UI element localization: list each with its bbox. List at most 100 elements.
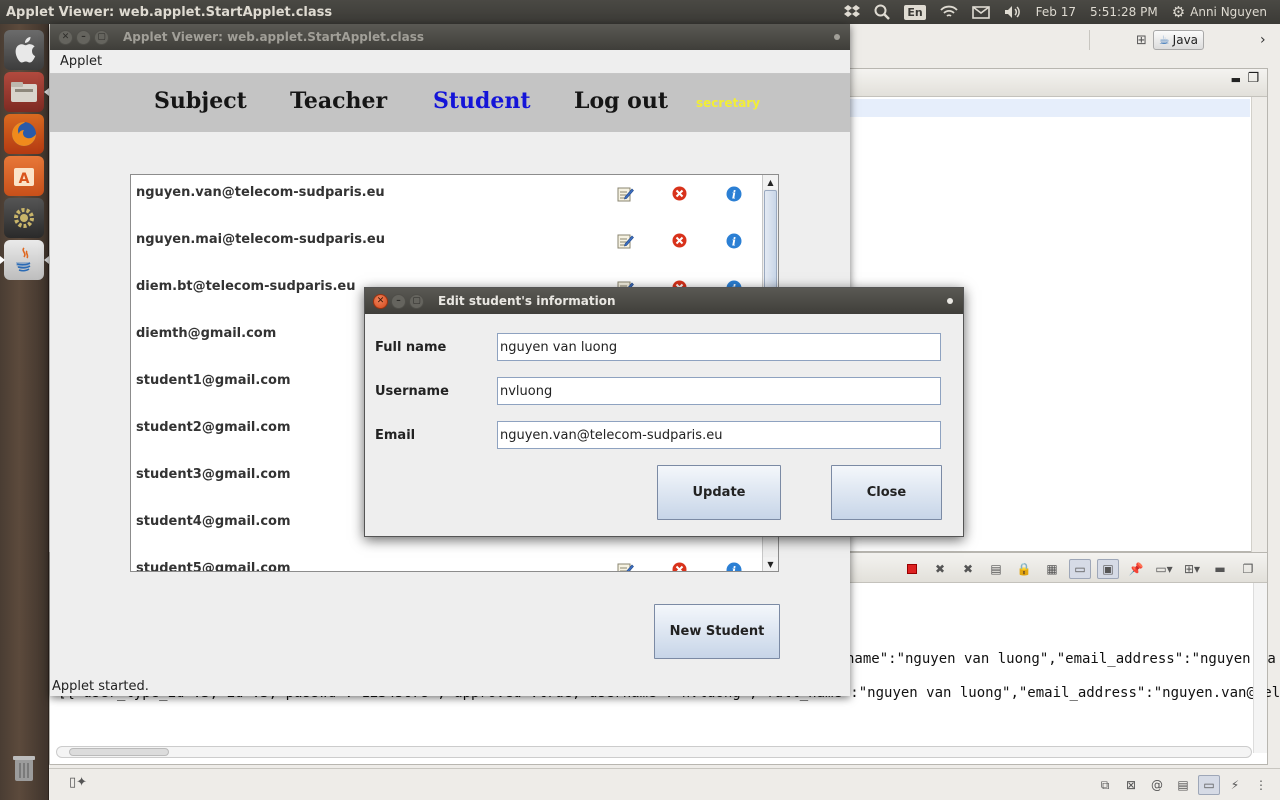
system-tray: En Feb 17 5:51:28 PM ⚙ Anni Nguyen <box>837 0 1280 24</box>
remove-all-icon[interactable]: ✖ <box>957 559 979 579</box>
maximize-icon[interactable]: ▢ <box>94 29 109 45</box>
java-perspective-icon: ☕ <box>1158 33 1170 47</box>
firefox-icon[interactable] <box>4 114 44 154</box>
window-menu-icon[interactable] <box>834 34 840 40</box>
menu-applet[interactable]: Applet <box>60 54 102 69</box>
toolbar-separator <box>1089 30 1090 50</box>
svg-text:A: A <box>19 171 30 187</box>
applet-titlebar: ✕ – ▢ Applet Viewer: web.applet.StartApp… <box>50 24 850 50</box>
clock-time[interactable]: 5:51:28 PM <box>1083 0 1165 24</box>
clear-console-icon[interactable]: ▤ <box>985 559 1007 579</box>
new-task-icon[interactable]: ▯✦ <box>69 775 87 790</box>
applet-window-title: Applet Viewer: web.applet.StartApplet.cl… <box>123 30 425 44</box>
scroll-lock-icon[interactable]: 🔒 <box>1013 559 1035 579</box>
minimize-icon[interactable]: – <box>76 29 91 45</box>
info-icon[interactable]: i <box>725 561 742 572</box>
volume-icon[interactable] <box>997 0 1029 24</box>
active-window-title: Applet Viewer: web.applet.StartApplet.cl… <box>6 4 333 20</box>
student-email: nguyen.mai@telecom-sudparis.eu <box>136 232 385 247</box>
word-wrap-icon[interactable]: ▦ <box>1041 559 1063 579</box>
nav-teacher[interactable]: Teacher <box>290 88 387 114</box>
trash-icon[interactable] <box>8 750 40 786</box>
problems-icon[interactable]: ⊠ <box>1120 775 1142 795</box>
student-email: diemth@gmail.com <box>136 326 277 341</box>
java-perspective-label: Java <box>1172 33 1199 47</box>
nav-logout[interactable]: Log out <box>574 88 668 114</box>
search-icon[interactable] <box>867 0 897 24</box>
remove-launch-icon[interactable]: ✖ <box>929 559 951 579</box>
chevron-right-icon[interactable]: › <box>1260 32 1266 48</box>
close-icon[interactable]: ✕ <box>58 29 73 45</box>
nav-subject[interactable]: Subject <box>154 88 247 114</box>
new-student-button[interactable]: New Student <box>654 604 780 659</box>
minimize-icon[interactable]: ▬ <box>1231 73 1241 86</box>
delete-icon[interactable] <box>671 185 688 202</box>
username-label: Username <box>375 384 449 399</box>
software-center-icon[interactable]: A <box>4 156 44 196</box>
close-button[interactable]: Close <box>831 465 942 520</box>
show-errors-icon[interactable]: ▣ <box>1097 559 1119 579</box>
update-button[interactable]: Update <box>657 465 781 520</box>
open-perspective-icon[interactable]: ⊞ <box>1136 33 1147 48</box>
svg-text:i: i <box>731 564 735 572</box>
editor-scrollbar[interactable] <box>1251 97 1267 552</box>
session-menu[interactable]: ⚙ Anni Nguyen <box>1165 0 1274 24</box>
dialog-close-icon[interactable]: ✕ <box>373 293 388 309</box>
maximize-icon[interactable]: ❐ <box>1247 71 1259 86</box>
student-email: student2@gmail.com <box>136 420 291 435</box>
javadoc-icon[interactable]: @ <box>1146 775 1168 795</box>
dialog-minimize-icon[interactable]: – <box>391 293 406 309</box>
edit-icon[interactable] <box>617 232 634 249</box>
perspective-toolbar: ⊞ ☕ Java › <box>849 30 1266 50</box>
applet-menubar: Applet <box>50 50 850 74</box>
declaration-icon[interactable]: ▤ <box>1172 775 1194 795</box>
scroll-down-icon[interactable]: ▼ <box>763 557 778 571</box>
delete-icon[interactable] <box>671 232 688 249</box>
edit-icon[interactable] <box>617 185 634 202</box>
full-name-field[interactable] <box>497 333 941 361</box>
console-hscroll[interactable] <box>56 746 1252 758</box>
scroll-up-icon[interactable]: ▲ <box>763 175 778 189</box>
dialog-maximize-icon[interactable]: ▢ <box>409 293 424 309</box>
edit-icon[interactable] <box>617 561 634 571</box>
file-manager-icon[interactable] <box>4 72 49 112</box>
console-vscroll[interactable] <box>1253 583 1267 753</box>
terminate-icon[interactable] <box>901 559 923 579</box>
outline-icon[interactable]: ⋮ <box>1250 775 1272 795</box>
nav-student[interactable]: Student <box>433 88 531 114</box>
user-name: Anni Nguyen <box>1190 5 1267 19</box>
student-email: diem.bt@telecom-sudparis.eu <box>136 279 356 294</box>
open-console-icon[interactable]: ⊞▾ <box>1181 559 1203 579</box>
user-role-label: secretary <box>696 96 761 110</box>
keyboard-layout-label: En <box>904 4 926 20</box>
java-icon[interactable] <box>0 240 49 280</box>
mail-icon[interactable] <box>965 0 997 24</box>
keyboard-layout-indicator[interactable]: En <box>897 0 932 24</box>
debug-icon[interactable]: ⚡ <box>1224 775 1246 795</box>
settings-icon[interactable] <box>4 198 44 238</box>
wifi-icon[interactable] <box>933 0 965 24</box>
unity-launcher: A <box>0 24 49 800</box>
console-maximize-icon[interactable]: ❐ <box>1237 559 1259 579</box>
console-minimize-icon[interactable]: ▬ <box>1209 559 1231 579</box>
console-view-icon[interactable]: ▭ <box>1198 775 1220 795</box>
list-item: nguyen.mai@telecom-sudparis.eu i <box>131 222 763 269</box>
pin-console-icon[interactable]: 📌 <box>1125 559 1147 579</box>
restore-icon[interactable]: ⧉ <box>1094 775 1116 795</box>
clock-date[interactable]: Feb 17 <box>1029 0 1083 24</box>
display-console-icon[interactable]: ▭▾ <box>1153 559 1175 579</box>
email-field[interactable] <box>497 421 941 449</box>
delete-icon[interactable] <box>671 561 688 571</box>
dialog-title: Edit student's information <box>438 294 616 308</box>
show-console-icon[interactable]: ▭ <box>1069 559 1091 579</box>
tray-dropbox-icon[interactable] <box>837 0 867 24</box>
apple-logo-icon[interactable] <box>4 30 44 70</box>
java-perspective-button[interactable]: ☕ Java <box>1152 30 1205 50</box>
info-icon[interactable]: i <box>725 232 742 249</box>
console-hscroll-thumb[interactable] <box>69 748 169 756</box>
student-email: student4@gmail.com <box>136 514 291 529</box>
info-icon[interactable]: i <box>725 185 742 202</box>
dialog-menu-icon[interactable] <box>947 298 953 304</box>
username-field[interactable] <box>497 377 941 405</box>
console-tools: ✖ ✖ ▤ 🔒 ▦ ▭ ▣ 📌 ▭▾ ⊞▾ ▬ ❐ <box>901 559 1259 579</box>
